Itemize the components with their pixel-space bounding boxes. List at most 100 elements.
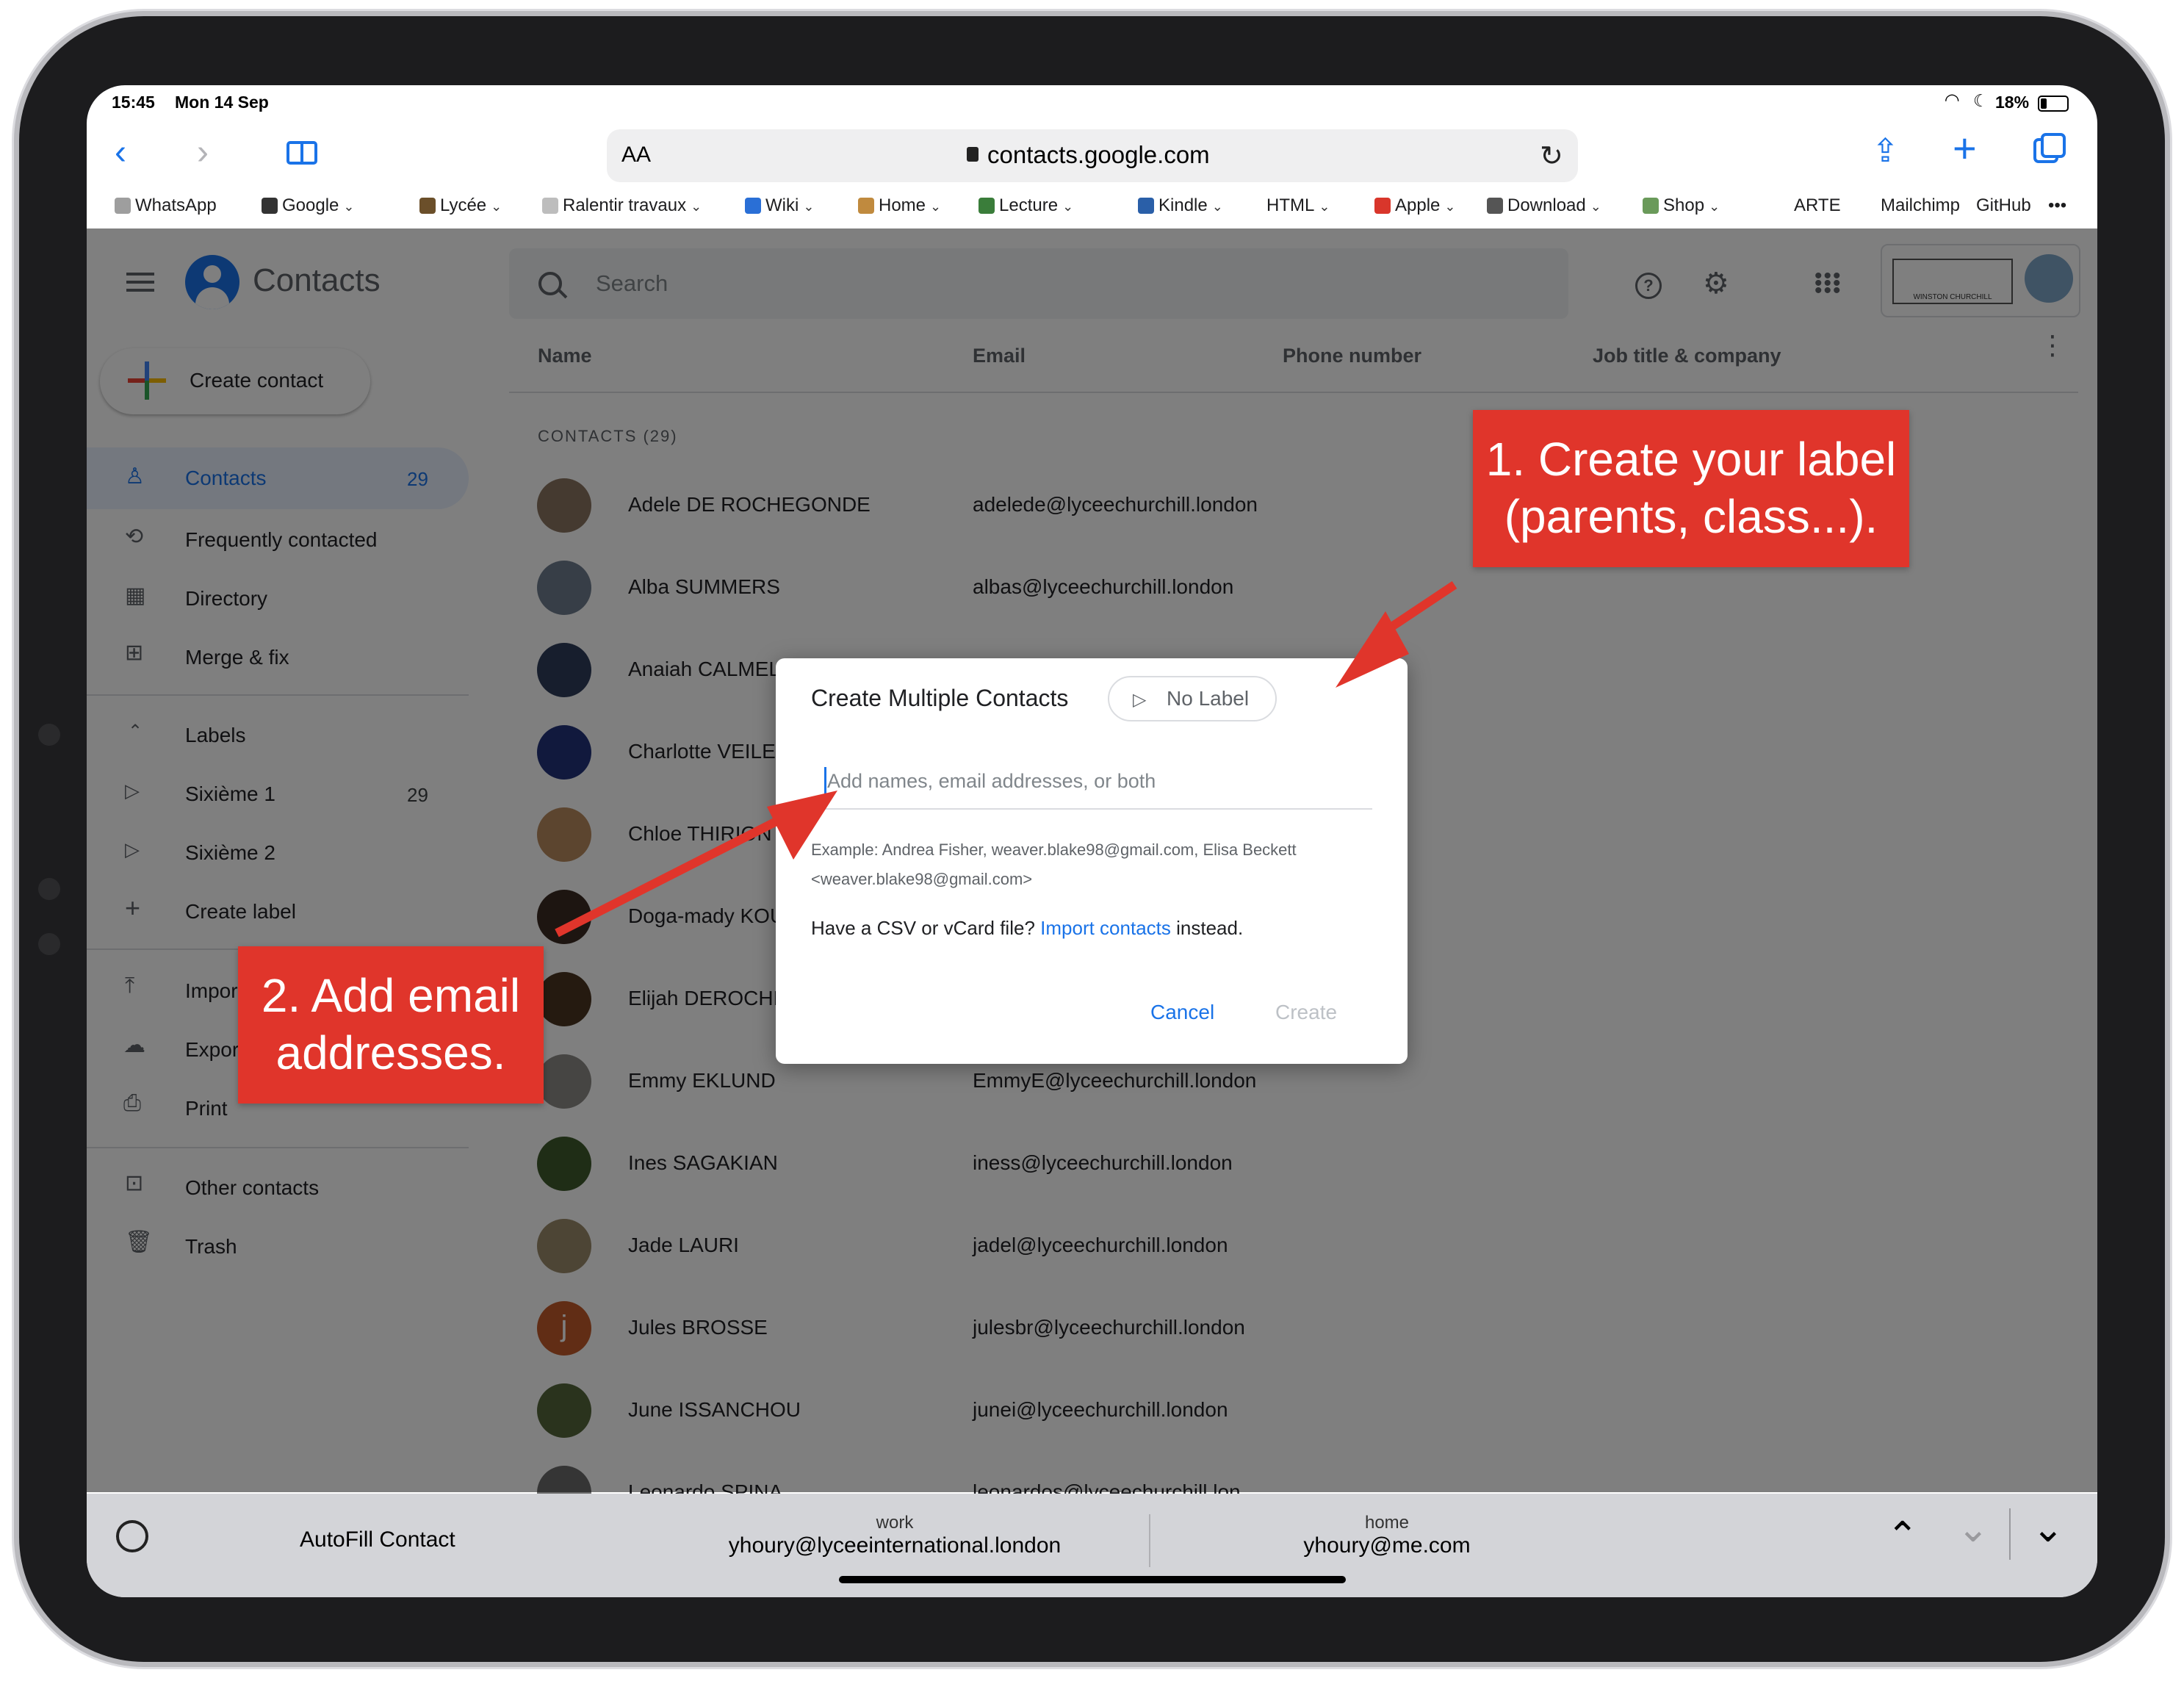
camera-lens-3 [38,933,60,955]
status-date: Mon 14 Sep [175,93,269,112]
favorite-item[interactable]: Shop ⌄ [1643,195,1720,216]
autofill-option-work[interactable]: work yhoury@lyceeinternational.london [660,1504,1130,1585]
favorite-item[interactable]: Home ⌄ [858,195,941,216]
autofill-option-home[interactable]: home yhoury@me.com [1189,1504,1585,1585]
favicon-icon [745,198,761,214]
favorite-item[interactable]: HTML ⌄ [1266,195,1330,216]
favicon-icon [262,198,278,214]
favorite-item[interactable]: ARTE [1794,195,1841,216]
label-icon: ▷ [1133,690,1147,710]
favicon-icon [979,198,995,214]
url-text[interactable]: contacts.google.com [987,141,1210,169]
favorite-label: ARTE [1794,195,1841,215]
autofill-separator [1149,1514,1150,1567]
autofill-contact-icon[interactable] [116,1520,148,1552]
favicon-icon [1138,198,1154,214]
import-contacts-link[interactable]: Import contacts [1040,917,1171,939]
favorite-item[interactable]: Download ⌄ [1487,195,1601,216]
favorite-item[interactable]: Lycée ⌄ [419,195,502,216]
callout-step-1-line-1: 1. Create your label [1485,433,1897,486]
autofill-option-value: yhoury@me.com [1303,1533,1471,1558]
home-indicator [839,1576,1346,1583]
status-time: 15:45 [112,93,155,112]
moon-icon: ☾ [1973,91,1989,110]
favicon-icon [419,198,436,214]
lock-icon [967,147,979,162]
favorite-label: Shop [1663,195,1705,215]
chevron-down-icon: ⌄ [803,199,815,214]
favorite-label: Google [282,195,339,215]
chevron-down-icon: ⌄ [930,199,942,214]
favorite-item[interactable]: Kindle ⌄ [1138,195,1223,216]
callout-step-1-line-2: (parents, class...). [1504,490,1878,543]
example-text-2: <weaver.blake98@gmail.com> [811,870,1033,888]
favorite-label: Apple [1395,195,1441,215]
favorites-bar: WhatsApp Google ⌄ Lycée ⌄ Ralentir travaux ⌄ Wi… [115,195,2083,225]
names-input[interactable]: Add names, email addresses, or both [811,746,1372,810]
new-tab-icon[interactable]: + [1953,128,1977,169]
favorite-item[interactable]: Mailchimp [1881,195,1960,216]
text-size-button[interactable]: AA [621,143,651,168]
chevron-down-icon: ⌄ [491,199,502,214]
text-cursor [824,767,826,793]
tabs-icon[interactable] [2033,133,2066,163]
favorite-item[interactable]: Ralentir travaux ⌄ [542,195,702,216]
bookmarks-icon[interactable] [286,141,317,165]
share-icon[interactable]: ⇪ [1872,132,1899,170]
previous-field-icon[interactable]: ⌃ [1886,1514,1919,1558]
label-chip[interactable]: ▷ No Label [1108,676,1277,721]
camera-lens [38,724,60,746]
import-hint-suffix: instead. [1176,917,1244,939]
favorites-more-button[interactable]: ••• [2048,195,2066,216]
favicon-icon [858,198,874,214]
chevron-down-icon: ⌄ [1590,199,1601,214]
favorite-label: Lecture [999,195,1059,215]
favorite-label: Home [879,195,926,215]
favorite-item[interactable]: Lecture ⌄ [979,195,1073,216]
import-hint: Have a CSV or vCard file? Import contact… [811,917,1243,940]
favorite-label: Mailchimp [1881,195,1961,215]
camera-lens-2 [38,878,60,900]
autofill-label[interactable]: AutoFill Contact [300,1527,455,1552]
create-multiple-contacts-dialog: Create Multiple Contacts ▷ No Label Add … [776,658,1408,1064]
callout-step-2-line-1: 2. Add email [261,969,521,1022]
favorite-item[interactable]: Wiki ⌄ [745,195,814,216]
autofill-option-value: yhoury@lyceeinternational.london [728,1533,1062,1558]
reload-icon[interactable]: ↻ [1540,140,1563,173]
favicon-icon [115,198,131,214]
favorite-label: Download [1507,195,1586,215]
wifi-icon: ◠ [1945,90,1959,110]
favorite-item[interactable]: Apple ⌄ [1374,195,1455,216]
autofill-bar: AutoFill Contact work yhoury@lyceeintern… [87,1494,2097,1597]
address-bar[interactable]: AA contacts.google.com ↻ [607,129,1578,182]
dismiss-keyboard-icon[interactable]: ⌃ [2032,1504,2064,1548]
create-button[interactable]: Create [1275,1001,1337,1024]
favorite-item[interactable]: GitHub [1976,195,2031,216]
import-hint-prefix: Have a CSV or vCard file? [811,917,1035,939]
favorite-label: GitHub [1976,195,2031,215]
back-icon[interactable]: ‹ [115,135,126,170]
callout-step-1: 1. Create your label (parents, class...)… [1473,410,1909,567]
forward-icon[interactable]: › [197,135,209,170]
cancel-button[interactable]: Cancel [1150,1001,1214,1024]
dialog-title: Create Multiple Contacts [811,685,1069,711]
callout-step-2-line-2: addresses. [275,1026,506,1079]
autofill-separator [2009,1508,2011,1560]
chevron-down-icon: ⌄ [1444,199,1456,214]
favorite-label: WhatsApp [135,195,217,215]
chevron-down-icon: ⌄ [1211,199,1223,214]
favorite-label: Wiki [765,195,799,215]
autofill-option-type: home [1364,1513,1410,1533]
chevron-down-icon: ⌄ [1319,199,1330,214]
chevron-down-icon: ⌄ [1709,199,1720,214]
favorite-item[interactable]: WhatsApp [115,195,217,216]
favorite-item[interactable]: Google ⌄ [262,195,354,216]
favorite-label: HTML [1266,195,1315,215]
favorite-label: Kindle [1158,195,1208,215]
favicon-icon [1487,198,1503,214]
label-chip-text: No Label [1167,687,1250,710]
chevron-down-icon: ⌄ [691,199,702,214]
favicon-icon [542,198,558,214]
next-field-icon[interactable]: ⌃ [1957,1504,1989,1548]
favicon-icon [1643,198,1659,214]
